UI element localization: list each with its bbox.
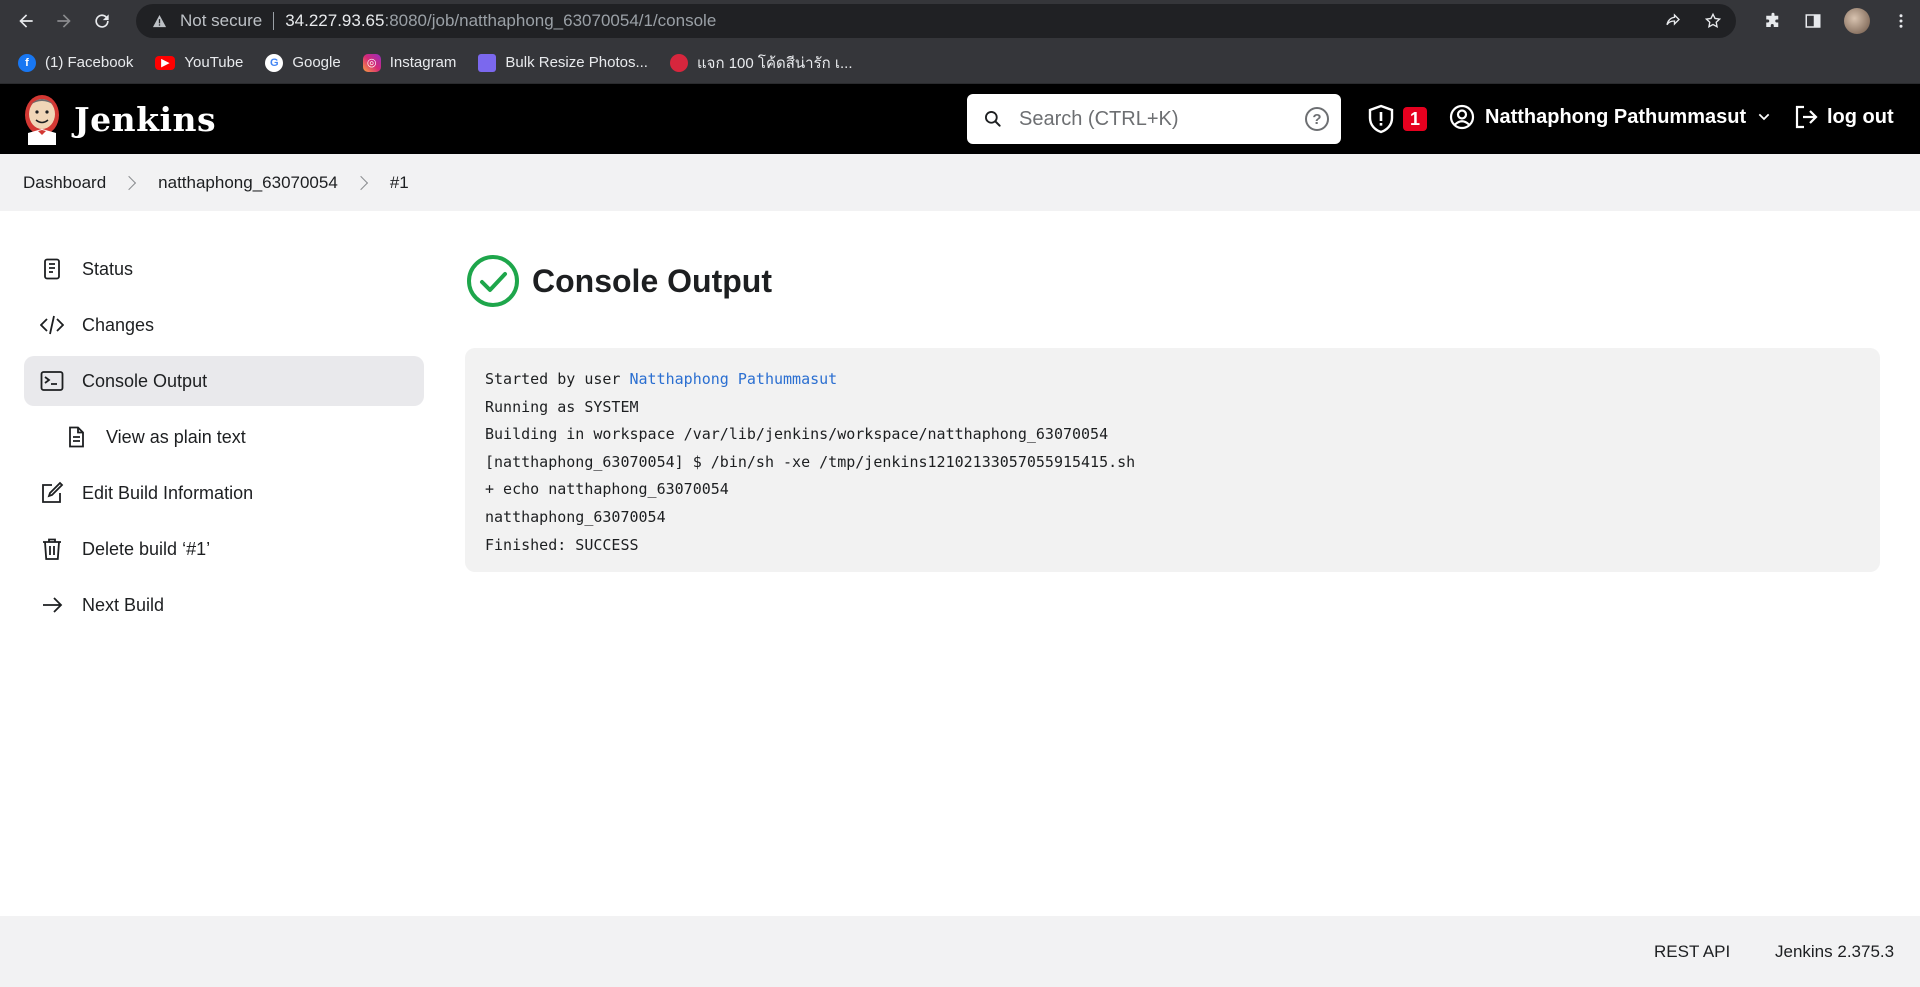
bookmark-color-codes[interactable]: แจก 100 โค้ดสีน่ารัก เ...: [669, 51, 853, 75]
rest-api-link[interactable]: REST API: [1654, 942, 1730, 962]
breadcrumb: Dashboard natthaphong_63070054 #1: [0, 154, 1920, 211]
trash-icon: [40, 537, 64, 561]
console-line: natthaphong_63070054: [485, 507, 666, 526]
breadcrumb-dashboard[interactable]: Dashboard: [23, 173, 106, 193]
red-bookmark-icon: [669, 53, 688, 72]
back-button[interactable]: [8, 3, 44, 39]
task-label: Console Output: [82, 370, 208, 391]
breadcrumb-build[interactable]: #1: [390, 173, 409, 193]
reload-button[interactable]: [84, 3, 120, 39]
console-line: [natthaphong_63070054] $ /bin/sh -xe /tm…: [485, 452, 1136, 471]
jenkins-version-link[interactable]: Jenkins 2.375.3: [1775, 942, 1894, 962]
status-document-icon: [40, 257, 64, 281]
help-icon[interactable]: ?: [1305, 107, 1329, 131]
side-panel-icon[interactable]: [1804, 12, 1822, 30]
console-line: + echo natthaphong_63070054: [485, 480, 729, 499]
youtube-icon: ▶: [155, 55, 176, 70]
bookmark-label: Google: [292, 54, 341, 71]
page-title-text: Console Output: [532, 262, 772, 299]
task-edit-build-information[interactable]: Edit Build Information: [24, 468, 424, 518]
address-bar[interactable]: Not secure 34.227.93.65 :8080/job/nattha…: [136, 4, 1736, 38]
arrow-left-icon: [19, 14, 33, 28]
user-menu[interactable]: Natthaphong Pathummasut: [1449, 104, 1772, 130]
search-box: ?: [967, 94, 1341, 144]
google-icon: G: [265, 53, 284, 72]
task-label: Delete build ‘#1’: [82, 538, 211, 559]
success-check-icon: [467, 255, 519, 307]
kebab-menu-icon[interactable]: [1892, 12, 1910, 30]
task-console-output[interactable]: Console Output: [24, 356, 424, 406]
browser-toolbar: Not secure 34.227.93.65 :8080/job/nattha…: [0, 0, 1920, 42]
bookmarks-bar: f (1) Facebook ▶ YouTube G Google ◎ Inst…: [0, 42, 1920, 84]
console-started-prefix: Started by user: [485, 370, 630, 388]
chevron-right-icon: [353, 175, 368, 190]
arrow-right-icon: [40, 593, 64, 617]
task-status[interactable]: Status: [24, 244, 424, 294]
task-delete-build[interactable]: Delete build ‘#1’: [24, 524, 424, 574]
console-user-link[interactable]: Natthaphong Pathummasut: [630, 370, 838, 388]
bookmark-label: แจก 100 โค้ดสีน่ารัก เ...: [696, 54, 853, 72]
reload-icon: [95, 14, 109, 28]
terminal-icon: [40, 369, 64, 393]
url-host[interactable]: 34.227.93.65: [285, 11, 384, 31]
console-line: Finished: SUCCESS: [485, 535, 639, 554]
bookmark-label: YouTube: [184, 54, 244, 71]
task-label: Edit Build Information: [82, 482, 254, 503]
chevron-right-icon: [122, 175, 137, 190]
bookmark-label: Instagram: [389, 54, 457, 71]
logout-label: log out: [1827, 105, 1894, 128]
task-next-build[interactable]: Next Build: [24, 580, 424, 630]
bookmark-facebook[interactable]: f (1) Facebook: [18, 53, 134, 72]
shield-warning-icon: [1368, 104, 1394, 134]
logout-icon: [1795, 105, 1818, 129]
console-output: Started by user Natthaphong Pathummasut …: [465, 348, 1880, 572]
user-avatar-icon: [1449, 104, 1475, 130]
facebook-icon: f: [18, 53, 36, 72]
instagram-icon: ◎: [362, 53, 381, 72]
warning-triangle-icon: [152, 13, 168, 29]
jenkins-home-link[interactable]: Jenkins: [74, 100, 216, 139]
task-view-plain-text[interactable]: View as plain text: [24, 412, 424, 462]
chevron-down-icon[interactable]: [1756, 109, 1772, 125]
console-line: Building in workspace /var/lib/jenkins/w…: [485, 425, 1109, 444]
security-alerts-button[interactable]: 1: [1367, 104, 1427, 134]
bulk-resize-icon: [478, 53, 497, 72]
bookmark-label: (1) Facebook: [45, 54, 134, 71]
bookmark-label: Bulk Resize Photos...: [505, 54, 648, 71]
share-icon[interactable]: [1664, 12, 1682, 30]
plain-text-document-icon: [64, 425, 88, 449]
profile-avatar[interactable]: [1844, 8, 1870, 34]
code-changes-icon: [40, 313, 64, 337]
logout-button[interactable]: log out: [1793, 104, 1894, 130]
forward-button[interactable]: [46, 3, 82, 39]
bookmark-star-icon[interactable]: [1704, 12, 1722, 30]
page-title: Console Output: [466, 254, 772, 308]
security-label[interactable]: Not secure: [180, 11, 262, 31]
task-label: Status: [82, 258, 134, 279]
bookmark-bulk-resize[interactable]: Bulk Resize Photos...: [478, 53, 648, 72]
bookmark-youtube[interactable]: ▶ YouTube: [155, 54, 243, 71]
extensions-puzzle-icon[interactable]: [1764, 12, 1782, 30]
jenkins-header: Jenkins ? 1 Natthaphong Pathummasut log …: [0, 84, 1920, 154]
arrow-right-icon: [57, 14, 71, 28]
page-footer: REST API Jenkins 2.375.3: [0, 916, 1920, 987]
bookmark-google[interactable]: G Google: [265, 53, 341, 72]
omnibox-divider: [273, 12, 275, 30]
task-label: Next Build: [82, 594, 165, 615]
side-panel: Status Changes Console Output View as pl…: [24, 244, 424, 636]
security-count-badge: 1: [1403, 107, 1427, 131]
jenkins-butler-logo[interactable]: [22, 93, 62, 145]
task-label: Changes: [82, 314, 155, 335]
edit-icon: [40, 481, 64, 505]
task-label: View as plain text: [106, 426, 246, 447]
user-name: Natthaphong Pathummasut: [1485, 105, 1747, 128]
task-changes[interactable]: Changes: [24, 300, 424, 350]
console-line: Started by user Natthaphong Pathummasut: [485, 366, 1860, 394]
search-icon: [985, 111, 1001, 127]
url-path[interactable]: :8080/job/natthaphong_63070054/1/console: [384, 11, 716, 31]
console-line: Running as SYSTEM: [485, 397, 639, 416]
bookmark-instagram[interactable]: ◎ Instagram: [362, 53, 457, 72]
search-input[interactable]: [1019, 107, 1289, 131]
breadcrumb-job[interactable]: natthaphong_63070054: [158, 173, 338, 193]
